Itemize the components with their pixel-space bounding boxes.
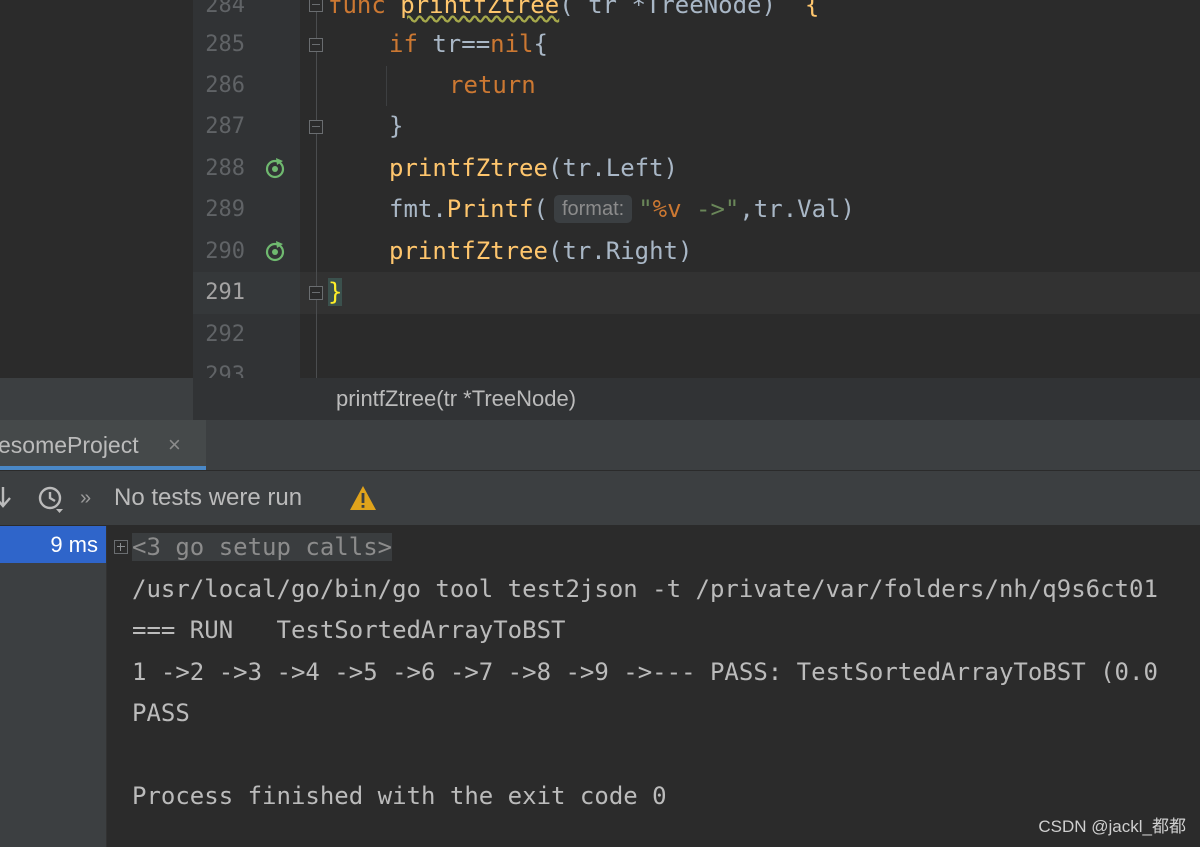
line-number: 292 xyxy=(205,322,245,347)
line-number: 287 xyxy=(205,114,245,139)
line-291: 291 xyxy=(193,272,1200,313)
keyword: if xyxy=(389,30,418,58)
line-288: 288 xyxy=(193,148,1200,189)
line-290: 290 xyxy=(193,231,1200,272)
console-line: PASS xyxy=(132,699,190,727)
fold-marker[interactable] xyxy=(309,286,323,300)
test-duration: 9 ms xyxy=(50,532,98,557)
keyword: nil xyxy=(490,30,534,58)
recursive-call-icon[interactable] xyxy=(264,157,286,179)
console-line: <3 go setup calls> xyxy=(132,527,393,568)
breadcrumb-function[interactable]: printfZtree(tr *TreeNode) xyxy=(336,378,576,420)
line-number: 289 xyxy=(205,197,245,222)
console-line: Process finished with the exit code 0 xyxy=(132,782,667,810)
console-output[interactable]: <3 go setup calls> /usr/local/go/bin/go … xyxy=(107,526,1200,847)
code-text: tr== xyxy=(417,30,491,58)
line-number: 291 xyxy=(205,280,245,305)
code-line-289: fmt.Printf(format: "%v ->",tr.Val) xyxy=(389,189,855,230)
fold-marker[interactable] xyxy=(309,0,323,12)
test-runner-toolbar: » No tests were run xyxy=(0,471,1200,526)
line-293: 293 xyxy=(193,355,1200,378)
test-tree-row-selected[interactable]: 9 ms xyxy=(0,526,106,563)
keyword: return xyxy=(449,71,536,99)
run-tab-bar: esomeProject × xyxy=(0,420,1200,471)
code-line-288: printfZtree(tr.Left) xyxy=(389,148,678,189)
brace: { xyxy=(804,0,820,19)
code-text: ( xyxy=(533,195,548,223)
watermark: CSDN @jackl_都都 xyxy=(1038,817,1186,836)
expand-icon[interactable] xyxy=(114,540,128,554)
test-results-tree: 9 ms xyxy=(0,526,107,847)
fold-marker[interactable] xyxy=(309,120,323,134)
package-name: fmt. xyxy=(389,195,447,223)
console-line: /usr/local/go/bin/go tool test2json -t /… xyxy=(132,575,1158,603)
code-text: (tr.Left) xyxy=(547,154,678,182)
code-editor[interactable]: 284 285 286 287 288 289 290 291 292 293 … xyxy=(0,0,1200,378)
breadcrumb[interactable]: printfZtree(tr *TreeNode) xyxy=(193,378,1200,420)
more-actions-icon[interactable]: » xyxy=(80,471,91,525)
function-name: printfZtree xyxy=(400,0,560,19)
code-line-290: printfZtree(tr.Right) xyxy=(389,231,692,272)
collapsed-setup-calls[interactable]: <3 go setup calls> xyxy=(132,533,393,561)
string-literal: ->" xyxy=(681,195,740,223)
parameter-hint: format: xyxy=(553,195,633,223)
console-line: === RUN TestSortedArrayToBST xyxy=(132,616,566,644)
line-292: 292 xyxy=(193,314,1200,355)
line-number: 286 xyxy=(205,73,245,98)
arrow-down-icon[interactable] xyxy=(0,483,14,513)
code-line-287: } xyxy=(389,106,403,147)
keyword: func xyxy=(328,0,386,19)
tab-run-config[interactable]: esomeProject × xyxy=(0,420,206,470)
code-text: ( tr *TreeNode) xyxy=(559,0,776,19)
line-285: 285 xyxy=(193,24,1200,65)
close-icon[interactable]: × xyxy=(168,420,181,470)
code-line-285: if tr==nil{ xyxy=(389,24,548,65)
line-number: 290 xyxy=(205,239,245,264)
line-286: 286 xyxy=(193,65,1200,106)
active-tab-indicator xyxy=(0,466,206,470)
line-number: 285 xyxy=(205,32,245,57)
code-line-291: } xyxy=(328,272,343,313)
console-line: 1 ->2 ->3 ->4 ->5 ->6 ->7 ->8 ->9 ->--- … xyxy=(132,658,1158,686)
matched-brace: } xyxy=(328,278,343,306)
test-status-text: No tests were run xyxy=(114,484,303,511)
code-text: ,tr.Val) xyxy=(739,195,855,223)
code-line-284: func printfZtree( tr *TreeNode) { xyxy=(328,0,819,26)
string-literal: " xyxy=(638,195,653,223)
line-number: 288 xyxy=(205,156,245,181)
function-call: printfZtree xyxy=(389,237,548,265)
tab-label: esomeProject xyxy=(0,432,139,458)
function-call: printfZtree xyxy=(389,154,548,182)
history-icon[interactable] xyxy=(36,485,66,515)
brace: } xyxy=(389,112,404,140)
line-number: 293 xyxy=(205,363,245,378)
fold-marker[interactable] xyxy=(309,38,323,52)
line-number: 284 xyxy=(205,0,245,18)
format-verb: %v xyxy=(652,195,682,223)
warning-icon xyxy=(350,486,376,510)
code-text: (tr.Right) xyxy=(547,237,693,265)
recursive-call-icon[interactable] xyxy=(264,240,286,262)
brace: { xyxy=(533,30,548,58)
function-call: Printf xyxy=(446,195,534,223)
code-line-286: return xyxy=(449,65,536,106)
line-287: 287 xyxy=(193,106,1200,147)
